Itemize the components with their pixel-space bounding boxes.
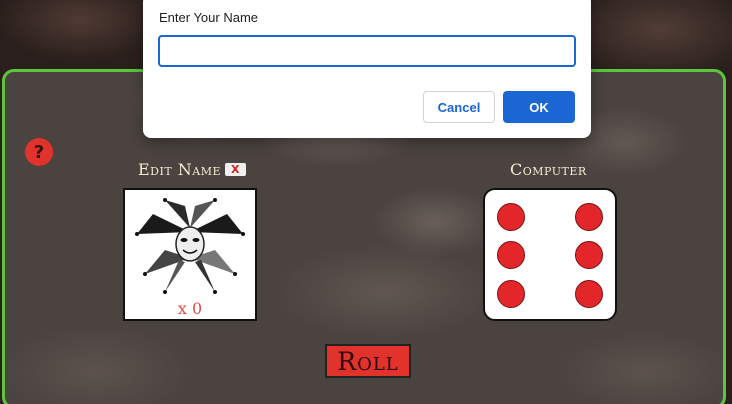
- roll-button[interactable]: Roll: [325, 344, 411, 378]
- help-button[interactable]: ?: [25, 138, 53, 166]
- die-pip: [497, 203, 525, 231]
- name-input[interactable]: [158, 35, 576, 67]
- edit-name-link[interactable]: Edit Name: [138, 160, 221, 179]
- die-pip: [575, 280, 603, 308]
- question-mark-icon: ?: [33, 141, 45, 163]
- name-prompt-dialog: Enter Your Name Cancel OK: [143, 0, 591, 138]
- die-pip: [497, 241, 525, 269]
- player-name-area: Edit Name X: [138, 160, 246, 179]
- clear-name-button[interactable]: X: [225, 163, 246, 176]
- ok-button[interactable]: OK: [503, 91, 575, 123]
- player-score: x 0: [177, 299, 203, 318]
- dialog-prompt-text: Enter Your Name: [159, 10, 259, 25]
- die-pip: [497, 280, 525, 308]
- die-pip: [575, 241, 603, 269]
- jester-icon: [135, 198, 245, 294]
- die-pip: [575, 203, 603, 231]
- computer-die: [483, 188, 617, 321]
- computer-label: Computer: [510, 160, 587, 179]
- cancel-button[interactable]: Cancel: [423, 91, 495, 123]
- player-avatar-card: x 0: [123, 188, 257, 321]
